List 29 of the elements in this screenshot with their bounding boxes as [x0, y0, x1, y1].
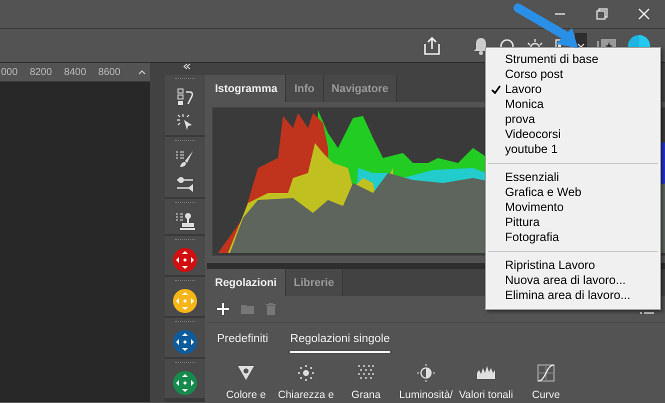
ruler-number: 8200	[30, 66, 52, 78]
menu-item[interactable]: prova	[486, 112, 660, 127]
menu-item[interactable]: Corso post	[486, 67, 660, 82]
adjustment-label[interactable]: Valori tonali	[458, 389, 514, 401]
menu-item[interactable]: Lavoro	[486, 82, 660, 97]
menu-item[interactable]: youtube 1	[486, 142, 660, 157]
menu-item[interactable]: Essenziali	[486, 170, 660, 185]
menu-item[interactable]: Nuova area di lavoro...	[486, 273, 660, 288]
subtab[interactable]: Regolazioni singole	[290, 333, 390, 353]
menu-item[interactable]: Monica	[486, 97, 660, 112]
adjustment-label[interactable]: Chiarezza e	[278, 389, 334, 401]
menu-item[interactable]: Grafica e Web	[486, 185, 660, 200]
menu-item[interactable]: Strumenti di base	[486, 52, 660, 67]
ruler-number: 000	[1, 66, 18, 78]
panel-tab[interactable]: Istogramma	[207, 75, 286, 102]
menu-item[interactable]: Ripristina Lavoro	[486, 258, 660, 273]
menu-item[interactable]: Videocorsi	[486, 127, 660, 142]
menu-item[interactable]: Movimento	[486, 200, 660, 215]
ruler-number: 8600	[98, 66, 120, 78]
adjustment-label[interactable]: Luminosità/	[399, 389, 453, 401]
menu-item[interactable]: Pittura	[486, 215, 660, 230]
adjustment-label[interactable]: Curve	[532, 389, 560, 401]
menu-item[interactable]: Fotografia	[486, 230, 660, 245]
menu-item[interactable]: Elimina area di lavoro...	[486, 288, 660, 303]
subtab[interactable]: Predefiniti	[217, 333, 268, 353]
panel-tab[interactable]: Regolazioni	[207, 269, 286, 296]
ruler-number: 8400	[64, 66, 86, 78]
adjustment-label[interactable]: Colore e	[226, 389, 266, 401]
adjustment-label[interactable]: Grana	[351, 389, 381, 401]
